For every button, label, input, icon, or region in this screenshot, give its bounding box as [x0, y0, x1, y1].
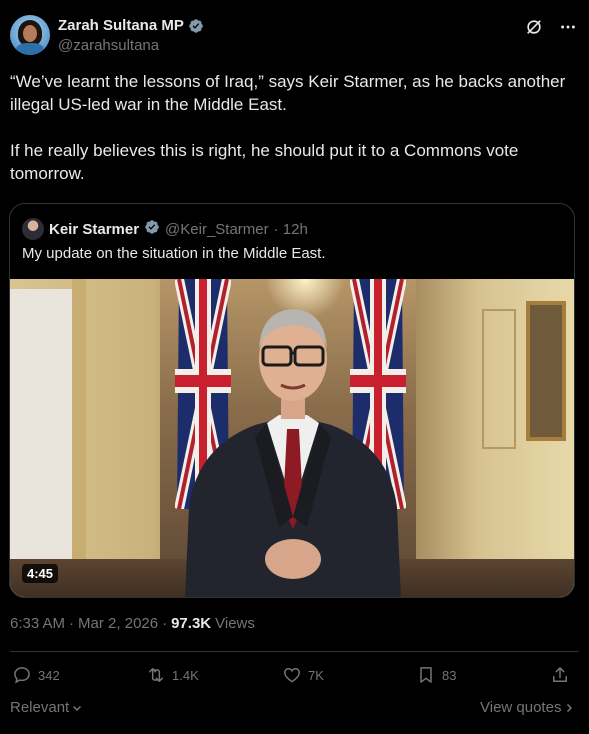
quoted-text: My update on the situation in the Middle…: [22, 245, 326, 262]
video-player[interactable]: 4:45: [10, 279, 574, 597]
action-bar: 342 1.4K 7K 83: [0, 665, 589, 689]
quoted-name: Keir Starmer: [49, 220, 140, 238]
verified-badge-icon: [144, 219, 160, 239]
meta-separator: ·: [69, 615, 75, 632]
tweet-time[interactable]: 6:33 AM: [10, 615, 65, 632]
share-icon: [553, 667, 567, 682]
share-button[interactable]: [550, 665, 570, 685]
tweet-meta: 6:33 AM · Mar 2, 2026 · 97.3K Views: [10, 615, 255, 632]
tweet-text: “We’ve learnt the lessons of Iraq,” says…: [10, 70, 570, 185]
bookmark-icon: [420, 667, 432, 683]
chevron-right-icon: [567, 703, 573, 712]
bookmark-button[interactable]: 83: [416, 665, 456, 685]
sort-label: Relevant: [10, 699, 70, 716]
quoted-time: · 12h: [273, 220, 308, 238]
author-name[interactable]: Zarah Sultana MP: [58, 17, 184, 34]
video-duration: 4:45: [22, 564, 59, 583]
header-icons: [525, 18, 577, 36]
quoted-avatar: [22, 218, 44, 240]
view-quotes-link[interactable]: View quotes: [480, 699, 575, 716]
heart-icon: [284, 667, 300, 683]
repost-button[interactable]: 1.4K: [146, 665, 199, 685]
like-count: 7K: [308, 667, 324, 683]
repost-icon: [149, 668, 163, 682]
reply-button[interactable]: 342: [12, 665, 60, 685]
tweet-header: Zarah Sultana MP @zarahsultana: [10, 14, 579, 58]
author-avatar[interactable]: [10, 15, 50, 55]
speaker-figure: [185, 309, 401, 597]
meta-separator: ·: [162, 615, 168, 632]
quoted-handle: @Keir_Starmer: [165, 220, 269, 238]
author-name-row: Zarah Sultana MP: [58, 17, 204, 34]
chevron-down-icon: [73, 705, 82, 711]
quoted-header: Keir Starmer @Keir_Starmer · 12h: [22, 218, 308, 240]
tweet-paragraph-1: “We’ve learnt the lessons of Iraq,” says…: [10, 72, 566, 114]
author-handle[interactable]: @zarahsultana: [58, 37, 159, 54]
reply-icon: [14, 667, 30, 684]
tweet-date[interactable]: Mar 2, 2026: [78, 615, 158, 632]
view-quotes-label: View quotes: [480, 699, 562, 716]
views-count: 97.3K: [171, 615, 212, 632]
bookmark-count: 83: [442, 667, 457, 683]
reply-count: 342: [38, 667, 60, 683]
verified-badge-icon: [188, 18, 204, 34]
more-icon[interactable]: [559, 18, 577, 36]
quoted-tweet[interactable]: Keir Starmer @Keir_Starmer · 12h My upda…: [9, 203, 575, 598]
sort-dropdown[interactable]: Relevant: [10, 699, 83, 716]
divider: [10, 651, 579, 652]
like-button[interactable]: 7K: [282, 665, 324, 685]
grok-icon[interactable]: [525, 18, 543, 36]
painting: [526, 301, 566, 441]
repost-count: 1.4K: [172, 667, 199, 683]
tweet-paragraph-2: If he really believes this is right, he …: [10, 141, 519, 183]
views-label: Views: [215, 615, 255, 632]
